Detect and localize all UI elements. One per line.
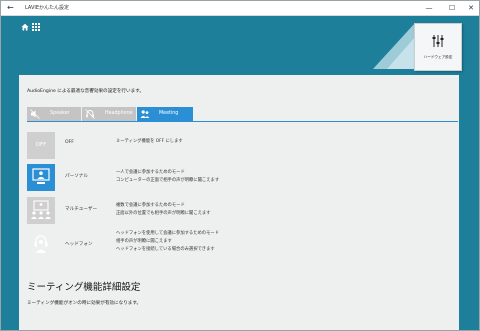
personal-monitor-icon [32,168,50,184]
headphone-user-icon [34,235,48,253]
mode-headphone-desc-line-3: ヘッドフォンを接続している場合のみ選択できます [116,247,215,252]
app-window: ← LAVIEかんたん設定 — ☐ ✕ ハードウェア設定 AudioEngine… [0,0,480,331]
mode-personal-tile[interactable] [27,164,55,191]
hardware-settings-button[interactable]: ハードウェア設定 [414,23,462,71]
sliders-icon [432,35,444,47]
tab-meeting[interactable]: Meeting [137,107,193,121]
mode-multiuser-desc-line-2: 正面以外の位置でも相手の声が明瞭に聞こえます [116,211,211,216]
mode-personal-desc: 一人で会議に参加するためのモード コンピューターの正面で相手の声が明瞭に聞こえま… [116,169,219,185]
tab-speaker-label: Speaker [50,111,70,116]
mode-multiuser-name: マルチユーザー [65,207,98,212]
mode-multiuser-desc-line-1: 複数で会議に参加するためのモード [116,203,185,208]
close-button[interactable]: ✕ [463,1,479,15]
headphone-muted-icon [85,109,95,119]
meeting-people-icon [140,110,150,118]
mode-headphone-desc-line-2: 相手の声が明瞭に聞こえます [116,239,172,244]
audio-tabs: Speaker Headphone Meeting [27,107,458,122]
mode-personal-desc-line-1: 一人で会議に参加するためのモード [116,170,185,175]
mode-off-tile[interactable]: OFF [27,132,55,159]
apps-grid-icon[interactable] [32,23,40,31]
tab-headphone[interactable]: Headphone [82,107,136,121]
mode-off-desc-line: ミーティング機能を OFF にします [116,139,183,144]
decorative-triangle [373,23,415,69]
intro-text: AudioEngine による最適な音響効果の設定を行います。 [27,89,144,94]
tab-meeting-label: Meeting [159,111,179,116]
mode-personal-desc-line-2: コンピューターの正面で相手の声が明瞭に聞こえます [116,178,220,183]
mode-off-name: OFF [65,140,74,145]
speaker-muted-icon [30,109,40,119]
back-button[interactable]: ← [7,2,14,14]
detail-settings-title: ミーティング機能詳細設定 [27,282,141,293]
mode-headphone-desc: ヘッドフォンを使用して会議に参加するためのモード 相手の声が明瞭に聞こえます ヘ… [116,230,219,254]
window-title: LAVIEかんたん設定 [25,5,70,11]
tab-speaker[interactable]: Speaker [27,107,81,121]
hardware-settings-label: ハードウェア設定 [423,55,453,59]
mode-headphone-tile[interactable] [27,231,55,258]
mode-headphone-desc-line-1: ヘッドフォンを使用して会議に参加するためのモード [116,231,219,236]
mode-off-desc: ミーティング機能を OFF にします [116,138,183,146]
title-bar: ← LAVIEかんたん設定 — ☐ ✕ [1,1,479,16]
minimize-button[interactable]: — [421,1,437,15]
multi-user-icon [31,200,51,219]
tab-headphone-label: Headphone [105,111,133,116]
mode-multiuser-desc: 複数で会議に参加するためのモード 正面以外の位置でも相手の声が明瞭に聞こえます [116,202,211,218]
mode-headphone-name: ヘッドフォン [65,242,93,247]
mode-personal-name: パーソナル [65,174,88,179]
home-icon[interactable] [21,23,29,31]
detail-settings-note: ミーティング機能がオンの時に効果が有効になります。 [27,301,142,306]
mode-multiuser-tile[interactable] [27,197,55,224]
maximize-button[interactable]: ☐ [444,1,460,15]
top-navigation: ハードウェア設定 [1,15,479,75]
mode-off-tile-text: OFF [35,142,47,148]
audio-settings-panel: AudioEngine による最適な音響効果の設定を行います。 Speaker … [19,75,459,330]
